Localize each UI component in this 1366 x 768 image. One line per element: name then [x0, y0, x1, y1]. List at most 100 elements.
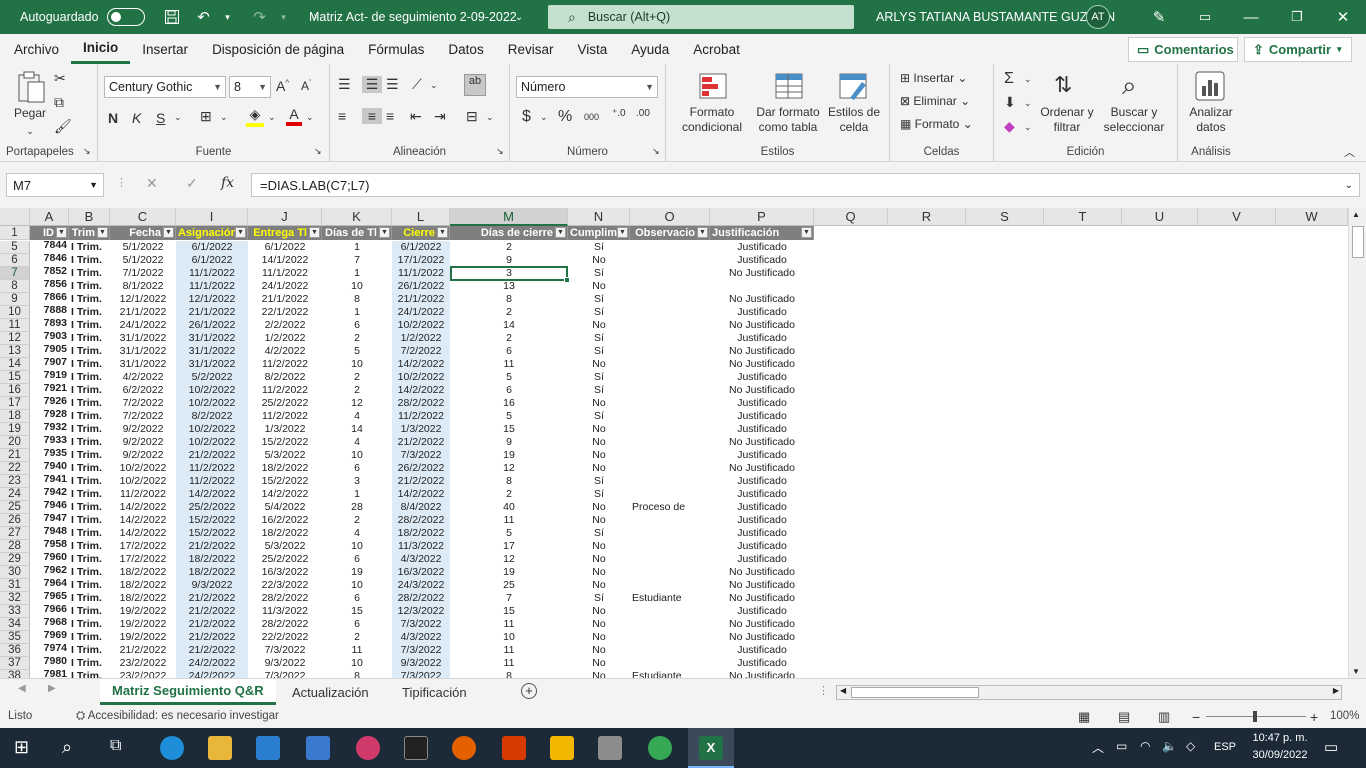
cell-cumpl[interactable]: No	[568, 657, 630, 670]
undo-icon[interactable]: ↶	[193, 6, 215, 28]
cell-dias-cierre[interactable]: 2	[450, 241, 568, 254]
select-all-corner[interactable]	[0, 208, 30, 226]
cell-entrega[interactable]: 6/1/2022	[248, 241, 322, 254]
table-header-cell[interactable]: Asignación ▼	[176, 226, 248, 240]
cell-just[interactable]: No Justificado	[710, 319, 814, 332]
cell-cumpl[interactable]: Sí	[568, 241, 630, 254]
cell-trim[interactable]: I Trim.	[69, 423, 110, 436]
cell-fecha[interactable]: 11/2/2022	[110, 488, 176, 501]
cell-id[interactable]: 7941	[30, 473, 69, 486]
autosum-icon[interactable]: Σ	[1004, 70, 1014, 88]
search-icon[interactable]: ⌕	[62, 737, 72, 758]
cell-cumpl[interactable]: No	[568, 449, 630, 462]
pen-icon[interactable]: ✎	[1148, 6, 1170, 28]
cell-dias-cierre[interactable]: 2	[450, 488, 568, 501]
cell-obs[interactable]	[630, 475, 710, 488]
column-header-j[interactable]: J	[248, 208, 322, 226]
row-header[interactable]: 26	[0, 514, 30, 527]
cell-obs[interactable]	[630, 436, 710, 449]
cell-dias-cierre[interactable]: 7	[450, 592, 568, 605]
find-select-label[interactable]: Buscar y seleccionar	[1096, 105, 1172, 135]
cell-cumpl[interactable]: No	[568, 618, 630, 631]
cell-just[interactable]: No Justificado	[710, 618, 814, 631]
column-header-b[interactable]: B	[69, 208, 110, 226]
cell-cierre[interactable]: 17/1/2022	[392, 254, 450, 267]
cell-entrega[interactable]: 24/1/2022	[248, 280, 322, 293]
cell-trim[interactable]: I Trim.	[69, 397, 110, 410]
cell-cumpl[interactable]: Sí	[568, 293, 630, 306]
align-left-icon[interactable]: ≡	[338, 108, 346, 124]
cell-obs[interactable]	[630, 527, 710, 540]
page-layout-icon[interactable]: ▤	[1118, 709, 1130, 725]
filter-dropdown-icon[interactable]: ▼	[379, 227, 390, 238]
cell-fecha[interactable]: 14/2/2022	[110, 501, 176, 514]
wrap-text-icon[interactable]: ab	[464, 74, 486, 96]
row-header[interactable]: 24	[0, 488, 30, 501]
cell-entrega[interactable]: 2/2/2022	[248, 319, 322, 332]
cell-id[interactable]: 7846	[30, 252, 69, 265]
cell-entrega[interactable]: 22/2/2022	[248, 631, 322, 644]
cell-asig[interactable]: 21/2/2022	[176, 449, 248, 462]
zoom-slider-thumb[interactable]	[1253, 711, 1257, 722]
horizontal-scroll-thumb[interactable]	[851, 687, 979, 698]
borders-icon[interactable]: ⊞	[200, 108, 212, 125]
paste-label[interactable]: Pegar	[12, 106, 48, 121]
cell-asig[interactable]: 8/2/2022	[176, 410, 248, 423]
cell-fecha[interactable]: 14/2/2022	[110, 527, 176, 540]
cell-trim[interactable]: I Trim.	[69, 631, 110, 644]
orientation-dropdown-icon[interactable]: ⌄	[430, 80, 438, 91]
cell-just[interactable]: Justificado	[710, 449, 814, 462]
cell-fecha[interactable]: 19/2/2022	[110, 631, 176, 644]
cell-fecha[interactable]: 7/1/2022	[110, 267, 176, 280]
format-as-table-label[interactable]: Dar formato como tabla	[752, 105, 824, 135]
cell-cierre[interactable]: 28/2/2022	[392, 592, 450, 605]
cell-asig[interactable]: 15/2/2022	[176, 527, 248, 540]
cell-trim[interactable]: I Trim.	[69, 241, 110, 254]
filter-dropdown-icon[interactable]: ▼	[97, 227, 108, 238]
number-launcher-icon[interactable]: ↘	[652, 146, 660, 157]
cell-asig[interactable]: 21/2/2022	[176, 540, 248, 553]
cell-cierre[interactable]: 14/2/2022	[392, 384, 450, 397]
row-header[interactable]: 33	[0, 605, 30, 618]
cell-trim[interactable]: I Trim.	[69, 436, 110, 449]
table-header-cell[interactable]: ID ▼	[30, 226, 69, 240]
cell-entrega[interactable]: 14/2/2022	[248, 488, 322, 501]
fill-dropdown-icon[interactable]: ⌄	[1024, 98, 1032, 109]
cell-obs[interactable]	[630, 657, 710, 670]
currency-icon[interactable]: $	[522, 108, 531, 126]
row-header[interactable]: 12	[0, 332, 30, 345]
cell-cierre[interactable]: 21/2/2022	[392, 475, 450, 488]
tab-revisar[interactable]: Revisar	[496, 34, 566, 64]
cell-just[interactable]: Justificado	[710, 410, 814, 423]
column-header-l[interactable]: L	[392, 208, 450, 226]
cell-id[interactable]: 7893	[30, 317, 69, 330]
cell-obs[interactable]	[630, 280, 710, 293]
mail-icon[interactable]	[256, 736, 280, 760]
cell-cierre[interactable]: 1/2/2022	[392, 332, 450, 345]
clock-date[interactable]: 30/09/2022	[1250, 749, 1310, 761]
cell-asig[interactable]: 11/2/2022	[176, 475, 248, 488]
tab-splitter-icon[interactable]: ⋮	[818, 684, 829, 697]
cell-obs[interactable]	[630, 345, 710, 358]
cell-fecha[interactable]: 31/1/2022	[110, 345, 176, 358]
cell-entrega[interactable]: 15/2/2022	[248, 436, 322, 449]
cell-dias-cierre[interactable]: 6	[450, 384, 568, 397]
insert-function-icon[interactable]: fx	[221, 175, 234, 191]
cell-entrega[interactable]: 5/3/2022	[248, 540, 322, 553]
cell-dias-tl[interactable]: 6	[322, 553, 392, 566]
cell-cumpl[interactable]: Sí	[568, 332, 630, 345]
cell-entrega[interactable]: 18/2/2022	[248, 527, 322, 540]
filter-dropdown-icon[interactable]: ▼	[437, 227, 448, 238]
cell-id[interactable]: 7905	[30, 343, 69, 356]
tab-vista[interactable]: Vista	[565, 34, 619, 64]
cell-dias-tl[interactable]: 6	[322, 462, 392, 475]
cell-just[interactable]	[710, 280, 814, 293]
cell-obs[interactable]	[630, 514, 710, 527]
cell-dias-tl[interactable]: 1	[322, 306, 392, 319]
name-box[interactable]: M7 ▼	[6, 173, 104, 197]
cell-asig[interactable]: 10/2/2022	[176, 397, 248, 410]
cell-asig[interactable]: 10/2/2022	[176, 423, 248, 436]
cell-id[interactable]: 7888	[30, 304, 69, 317]
cell-dias-tl[interactable]: 2	[322, 332, 392, 345]
title-dropdown-icon[interactable]: ⌄	[508, 6, 530, 28]
